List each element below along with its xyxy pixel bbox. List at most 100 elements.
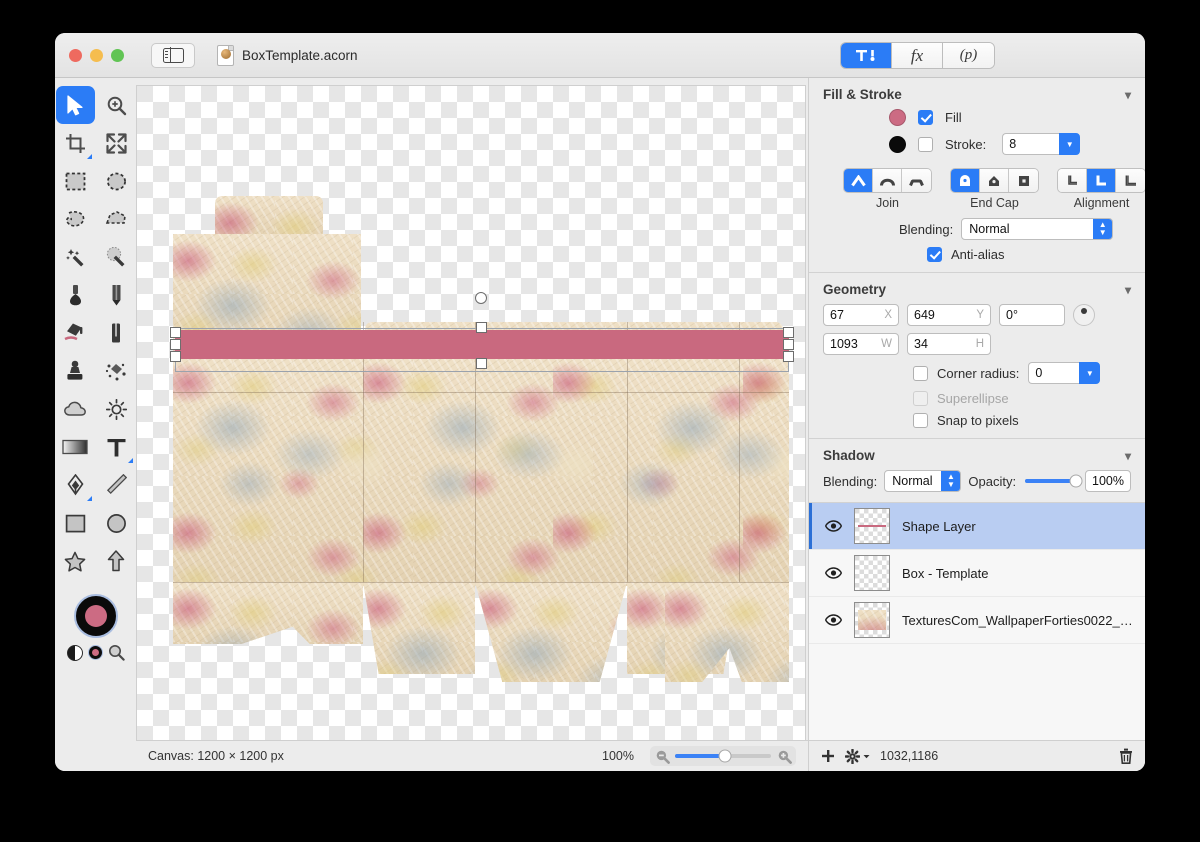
blur-tool[interactable] [56, 390, 95, 428]
move-tool[interactable] [55, 86, 95, 124]
transform-tool[interactable] [97, 124, 136, 162]
antialias-checkbox[interactable] [927, 247, 942, 262]
alignment-buttons[interactable] [1057, 168, 1145, 193]
layer-row-texture[interactable]: TexturesCom_WallpaperForties0022_s… [809, 597, 1145, 644]
layer-row-box-template[interactable]: Box - Template [809, 550, 1145, 597]
add-layer-button[interactable] [821, 749, 835, 763]
chevron-down-icon[interactable]: ▾ [1125, 88, 1131, 102]
zoom-in-button[interactable] [774, 746, 794, 766]
maximize-button[interactable] [111, 48, 124, 62]
join-round-button[interactable] [873, 169, 902, 192]
ellipse-icon [106, 513, 126, 533]
zoom-slider[interactable] [675, 749, 771, 763]
snap-to-pixels-checkbox[interactable] [913, 413, 928, 428]
minimize-button[interactable] [90, 48, 103, 62]
visibility-eye-icon[interactable] [825, 520, 842, 532]
corner-radius-value[interactable]: 0 [1028, 362, 1080, 384]
cap-round-button[interactable] [951, 169, 980, 192]
fill-stroke-section-header[interactable]: Fill & Stroke ▾ [809, 78, 1145, 109]
handle-top-left[interactable] [170, 327, 181, 338]
lasso-tool[interactable] [56, 200, 95, 238]
blending-select[interactable]: Normal ▲ ▼ [961, 218, 1114, 240]
handle-top-right[interactable] [783, 327, 794, 338]
toggle-sidebar-button[interactable] [151, 42, 195, 68]
star-tool[interactable] [56, 542, 95, 580]
end-cap-buttons[interactable] [950, 168, 1039, 193]
handle-mid-left[interactable] [170, 339, 181, 350]
canvas[interactable] [136, 85, 806, 740]
ellipse-tool[interactable] [97, 504, 136, 542]
delete-layer-button[interactable] [1119, 748, 1133, 764]
magic-wand-tool[interactable] [56, 238, 95, 276]
bezier-pen-tool[interactable] [56, 466, 95, 504]
pencil-tool[interactable] [97, 276, 136, 314]
align-inside-button[interactable] [1058, 169, 1087, 192]
rotate-handle[interactable] [475, 292, 487, 304]
rectangular-select-tool[interactable] [56, 162, 95, 200]
geometry-section-header[interactable]: Geometry ▾ [809, 273, 1145, 304]
layer-settings-button[interactable] [845, 748, 870, 764]
palette-segment-button[interactable]: (p) [943, 43, 994, 68]
close-button[interactable] [69, 48, 82, 62]
chevron-down-icon[interactable]: ▾ [1125, 449, 1131, 463]
dodge-tool[interactable] [97, 390, 136, 428]
crop-tool[interactable] [56, 124, 95, 162]
zoom-tool[interactable] [97, 86, 136, 124]
handle-mid-right[interactable] [783, 339, 794, 350]
eraser-tool[interactable] [97, 314, 136, 352]
secondary-color-well[interactable] [87, 645, 103, 660]
shadow-opacity-field[interactable]: 100% [1085, 470, 1131, 492]
rectangle-tool[interactable] [56, 504, 95, 542]
cap-square-button[interactable] [1009, 169, 1038, 192]
join-miter-button[interactable] [844, 169, 873, 192]
chevron-down-icon[interactable]: ▾ [1125, 283, 1131, 297]
stroke-width-stepper[interactable]: 8 ▼ [1002, 133, 1081, 155]
handle-bottom-right[interactable] [783, 351, 794, 362]
fill-color-swatch-button[interactable] [889, 109, 906, 126]
shadow-blending-select[interactable]: Normal ▲ ▼ [884, 470, 962, 492]
shadow-opacity-slider[interactable] [1025, 474, 1083, 488]
align-outside-button[interactable] [1116, 169, 1145, 192]
zoom-out-button[interactable] [652, 746, 672, 766]
color-picker-magnifier-icon[interactable] [108, 644, 125, 661]
instant-alpha-tool[interactable] [97, 238, 136, 276]
fill-checkbox[interactable] [918, 110, 933, 125]
clone-stamp-tool[interactable] [56, 352, 95, 390]
layer-row-shape-layer[interactable]: Shape Layer [809, 503, 1145, 550]
corner-radius-stepper[interactable]: 0 ▼ [1028, 362, 1101, 384]
visibility-eye-icon[interactable] [825, 614, 842, 626]
text-tool[interactable] [97, 428, 136, 466]
black-white-toggle-icon[interactable] [66, 644, 83, 661]
stroke-checkbox[interactable] [918, 136, 933, 152]
join-bevel-button[interactable] [902, 169, 931, 192]
join-buttons[interactable] [843, 168, 932, 193]
foreground-color-well[interactable] [73, 594, 118, 638]
arrow-tool[interactable] [97, 542, 136, 580]
shape-layer-bar[interactable] [175, 330, 789, 359]
handle-bottom-left[interactable] [170, 351, 181, 362]
elliptical-select-tool[interactable] [97, 162, 136, 200]
tools-segment-button[interactable] [841, 43, 892, 68]
cap-butt-button[interactable] [980, 169, 1009, 192]
stroke-width-dropdown-icon[interactable]: ▼ [1059, 133, 1081, 155]
fx-segment-button[interactable]: fx [892, 43, 943, 68]
eyedropper-tool[interactable] [56, 276, 95, 314]
corner-radius-dropdown-icon[interactable]: ▼ [1079, 362, 1101, 384]
stroke-width-value[interactable]: 8 [1002, 133, 1060, 155]
paint-bucket-tool[interactable] [56, 314, 95, 352]
stroke-color-swatch-button[interactable] [889, 135, 906, 153]
polygon-lasso-tool[interactable] [97, 200, 136, 238]
line-tool[interactable] [97, 466, 136, 504]
handle-bottom-center[interactable] [476, 358, 487, 369]
select-arrows-icon[interactable]: ▲ ▼ [1093, 219, 1113, 239]
corner-radius-checkbox[interactable] [913, 365, 928, 381]
visibility-eye-icon[interactable] [825, 567, 842, 579]
handle-top-center[interactable] [476, 322, 487, 333]
align-center-button[interactable] [1087, 169, 1116, 192]
rotation-field[interactable]: 0° [999, 304, 1065, 326]
rotation-dial[interactable] [1073, 304, 1095, 326]
shadow-section-header[interactable]: Shadow ▾ [809, 439, 1145, 470]
gradient-tool[interactable] [56, 428, 95, 466]
smudge-tool[interactable] [97, 352, 136, 390]
select-arrows-icon[interactable]: ▲ ▼ [941, 471, 961, 491]
